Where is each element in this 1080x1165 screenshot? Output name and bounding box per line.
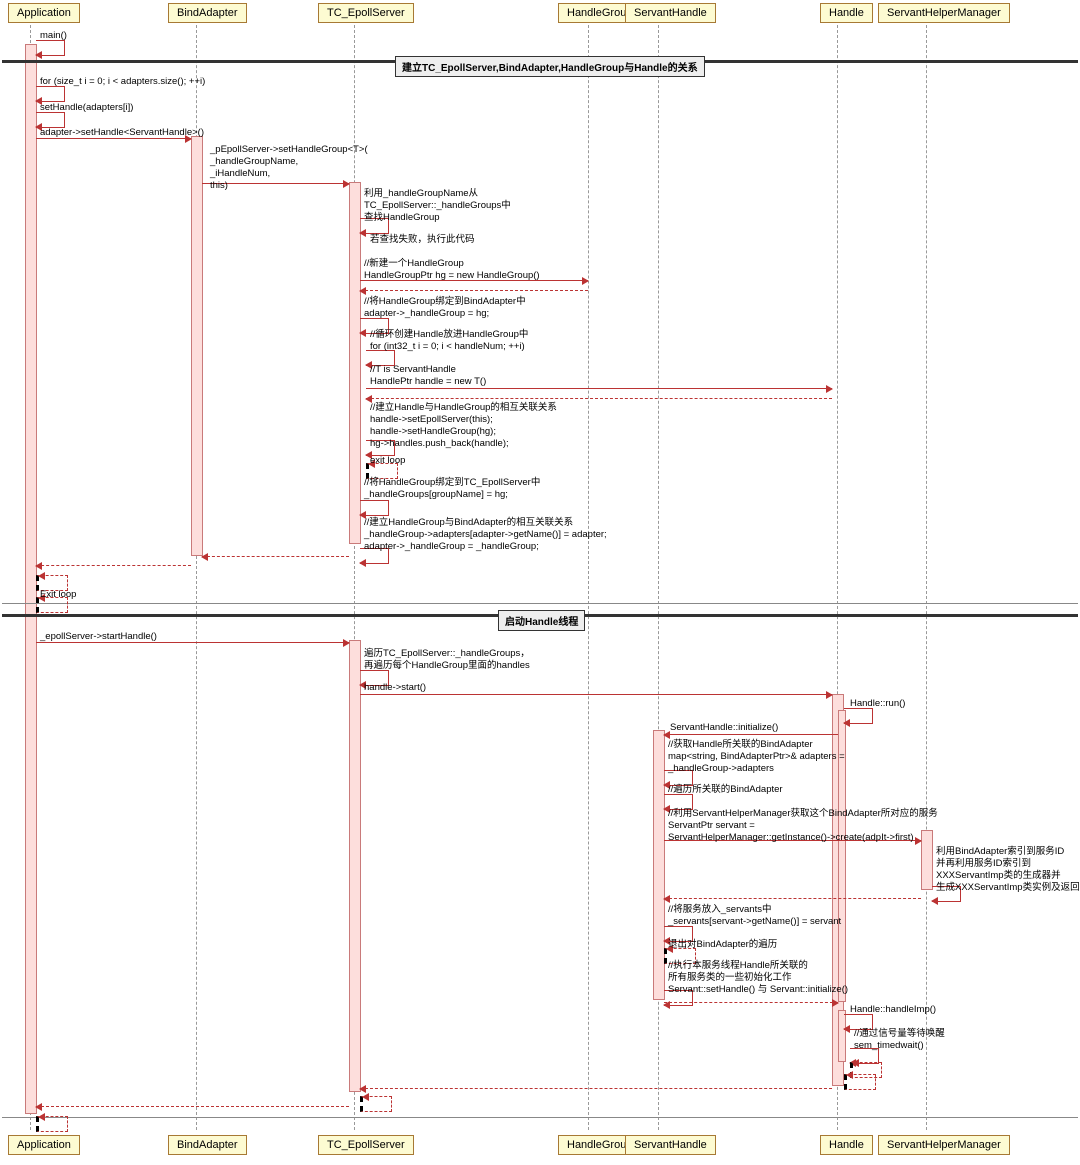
participant-application-b: Application bbox=[8, 1135, 80, 1155]
msg-for-adapters: for (size_t i = 0; i < adapters.size(); … bbox=[40, 76, 205, 88]
msg-loop-hg: 遍历TC_EpollServer::_handleGroups， 再遍历每个Ha… bbox=[364, 648, 530, 672]
msg-loop-handles: //循环创建Handle放进HandleGroup中 for (int32_t … bbox=[370, 329, 528, 353]
msg-handle-run: Handle::run() bbox=[850, 698, 905, 710]
msg-exit-bind: 退出对BindAdapter的遍历 bbox=[668, 939, 777, 951]
self-bind-hg-epoll bbox=[360, 500, 389, 516]
participant-servanthandle-b: ServantHandle bbox=[625, 1135, 716, 1155]
participant-tcepollserver: TC_EpollServer bbox=[318, 3, 414, 23]
arrow-epoll-handle bbox=[366, 388, 832, 389]
msg-servant-init: ServantHandle::initialize() bbox=[670, 722, 778, 734]
group-label-1: 建立TC_EpollServer,BindAdapter,HandleGroup… bbox=[395, 56, 705, 77]
return-app bbox=[36, 565, 191, 566]
self-sethandle bbox=[36, 112, 65, 128]
msg-adapter-sethandle: adapter->setHandle<ServantHandle>() bbox=[40, 127, 204, 139]
participant-bindadapter-b: BindAdapter bbox=[168, 1135, 247, 1155]
return-starthandle bbox=[36, 1106, 349, 1107]
return-servant-init bbox=[664, 1002, 838, 1003]
participant-tcepollserver-b: TC_EpollServer bbox=[318, 1135, 414, 1155]
participant-servanthandle: ServantHandle bbox=[625, 3, 716, 23]
msg-bind-hg: //将HandleGroup绑定到BindAdapter中 adapter->_… bbox=[364, 296, 526, 320]
participant-handle: Handle bbox=[820, 3, 873, 23]
self-main bbox=[36, 40, 65, 56]
msg-handle-start: handle->start() bbox=[364, 682, 426, 694]
msg-sem-wait: //通过信号量等待唤醒 sem_timedwait() bbox=[854, 1028, 945, 1052]
self-ret-main bbox=[36, 1116, 68, 1132]
return-handle bbox=[366, 398, 832, 399]
msg-rel-handle: //建立Handle与HandleGroup的相互关联关系 handle->se… bbox=[370, 402, 557, 450]
self-ret-loop-hg bbox=[360, 1096, 392, 1112]
arrow-servant-init bbox=[664, 734, 838, 735]
self-handle-run bbox=[844, 708, 873, 724]
msg-get-adapters: //获取Handle所关联的BindAdapter map<string, Bi… bbox=[668, 739, 845, 775]
return-servant bbox=[664, 898, 921, 899]
sequence-diagram: Application BindAdapter TC_EpollServer H… bbox=[0, 0, 1080, 1165]
msg-create-servant: //利用ServantHelperManager获取这个BindAdapter所… bbox=[668, 808, 938, 844]
msg-ifnotfound: 若查找失败，执行此代码 bbox=[370, 234, 475, 246]
msg-sethandle: setHandle(adapters[i]) bbox=[40, 102, 133, 114]
return-hg bbox=[360, 290, 588, 291]
participant-application: Application bbox=[8, 3, 80, 23]
msg-new-hg: //新建一个HandleGroup HandleGroupPtr hg = ne… bbox=[364, 258, 540, 282]
return-ba bbox=[202, 556, 349, 557]
msg-servant-sethandle: //执行本服务线程Handle所关联的 所有服务类的一些初始化工作 Servan… bbox=[668, 960, 848, 996]
msg-pepoll: _pEpollServer->setHandleGroup<T>( _handl… bbox=[210, 144, 368, 192]
participant-shm-b: ServantHelperManager bbox=[878, 1135, 1010, 1155]
note-shm: 利用BindAdapter索引到服务ID 并再利用服务ID索引到 XXXServ… bbox=[936, 846, 1080, 894]
msg-exit-outer: Exit loop bbox=[40, 589, 76, 601]
msg-main: main() bbox=[40, 30, 67, 42]
msg-starthandle: _epollServer->startHandle() bbox=[40, 631, 157, 643]
return-handle-start bbox=[360, 1088, 832, 1089]
msg-bind-hg-epoll: //将HandleGroup绑定到TC_EpollServer中 _handle… bbox=[364, 477, 540, 501]
participant-bindadapter: BindAdapter bbox=[168, 3, 247, 23]
msg-handle-imp: Handle::handleImp() bbox=[850, 1004, 936, 1016]
self-ret-imp bbox=[844, 1074, 876, 1090]
participant-handle-b: Handle bbox=[820, 1135, 873, 1155]
participant-shm: ServantHelperManager bbox=[878, 3, 1010, 23]
group-label-2: 启动Handle线程 bbox=[498, 610, 585, 631]
msg-put-servant: //将服务放入_servants中 _servants[servant->get… bbox=[668, 904, 841, 928]
msg-hg-bindadapter: //建立HandleGroup与BindAdapter的相互关联关系 _hand… bbox=[364, 517, 607, 553]
msg-iter-adapters: //遍历所关联的BindAdapter bbox=[668, 784, 783, 796]
self-for bbox=[36, 86, 65, 102]
msg-new-handle: //T is ServantHandle HandlePtr handle = … bbox=[370, 364, 486, 388]
msg-find-hg: 利用_handleGroupName从 TC_EpollServer::_han… bbox=[364, 188, 511, 224]
msg-exit-inner: exit loop bbox=[370, 455, 405, 467]
arrow-handle-start bbox=[360, 694, 832, 695]
